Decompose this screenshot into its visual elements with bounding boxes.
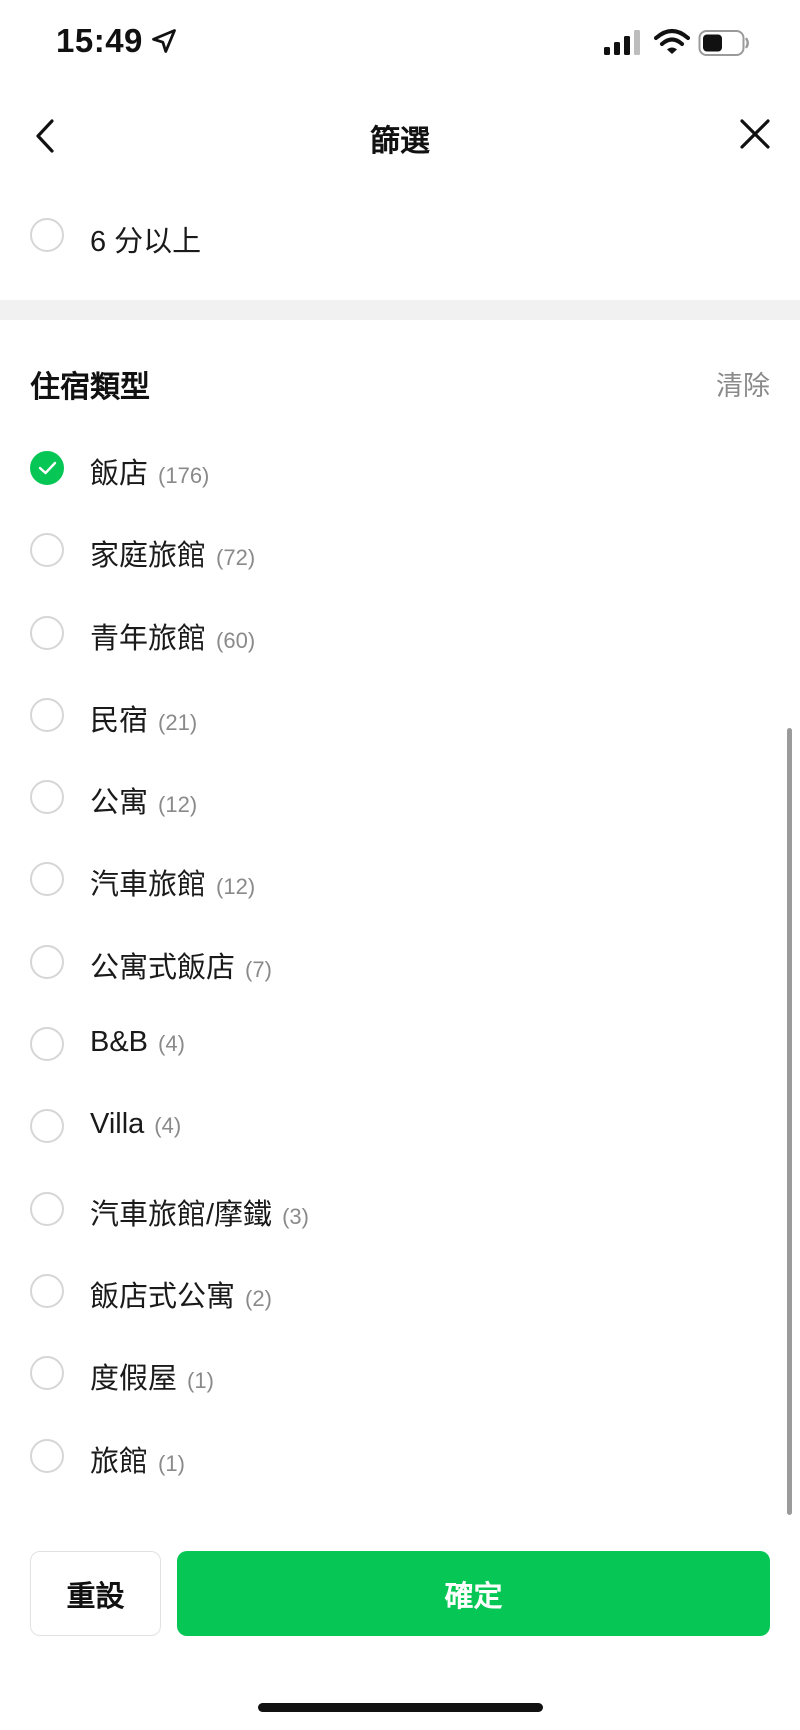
reset-button[interactable]: 重設	[30, 1551, 161, 1636]
option-inn[interactable]: 旅館 (1)	[0, 1418, 800, 1500]
wifi-icon	[654, 29, 690, 54]
option-guesthouse[interactable]: 家庭旅館 (72)	[0, 512, 800, 594]
checkbox[interactable]	[30, 780, 64, 815]
page-title: 篩選	[370, 125, 430, 158]
option-label: 飯店	[90, 458, 149, 490]
checkbox[interactable]	[30, 1027, 64, 1062]
option-serviced-apartment[interactable]: 飯店式公寓 (2)	[0, 1253, 800, 1335]
option-label: Villa	[90, 1108, 145, 1141]
checkbox[interactable]	[30, 1191, 64, 1226]
checkbox[interactable]	[30, 533, 64, 568]
option-label: 公寓	[90, 787, 149, 820]
option-hotel[interactable]: 飯店 (176)	[0, 430, 800, 512]
option-hostel[interactable]: 青年旅館 (60)	[0, 595, 800, 677]
scrollbar[interactable]	[787, 728, 792, 1515]
confirm-button[interactable]: 確定	[177, 1551, 770, 1636]
option-count: (4)	[154, 1113, 182, 1139]
checkbox[interactable]	[30, 944, 64, 979]
option-label: B&B	[90, 1026, 149, 1059]
option-label: 旅館	[90, 1445, 149, 1478]
score-option-label: 6 分以上	[90, 226, 202, 258]
section-title-accommodation-type: 住宿類型	[30, 371, 150, 404]
option-count: (4)	[158, 1031, 185, 1057]
option-motel[interactable]: 汽車旅館 (12)	[0, 841, 800, 923]
option-count: (72)	[216, 545, 256, 571]
close-icon	[740, 119, 770, 149]
option-count: (176)	[158, 463, 210, 488]
option-label: 青年旅館	[90, 622, 207, 655]
option-villa[interactable]: Villa (4)	[0, 1088, 800, 1170]
option-count: (12)	[158, 792, 198, 818]
accommodation-type-list: 飯店 (176) 家庭旅館 (72) 青年旅館 (60) 民宿 (21) 公寓 (12) …	[0, 430, 800, 1500]
option-label: 公寓式飯店	[90, 951, 236, 984]
checkbox[interactable]	[30, 1438, 64, 1473]
header: 篩選	[0, 96, 800, 176]
option-label: 汽車旅館/摩鐵	[90, 1198, 273, 1231]
option-apartment[interactable]: 公寓 (12)	[0, 759, 800, 841]
option-count: (3)	[282, 1203, 309, 1229]
checkbox[interactable]	[30, 615, 64, 650]
battery-icon	[698, 30, 749, 56]
status-time: 15:49	[56, 22, 143, 59]
checkbox[interactable]	[30, 1356, 64, 1391]
home-indicator	[258, 1703, 543, 1712]
checkbox[interactable]	[30, 1109, 64, 1144]
option-count: (7)	[245, 956, 272, 982]
checkbox[interactable]	[30, 862, 64, 897]
checkbox[interactable]	[30, 697, 64, 732]
option-label: 汽車旅館	[90, 869, 207, 902]
option-label: 民宿	[90, 704, 149, 737]
option-count: (1)	[187, 1368, 214, 1394]
close-button[interactable]	[732, 108, 780, 160]
option-count: (60)	[216, 627, 256, 653]
status-bar: 15:49	[0, 0, 800, 90]
option-bnb[interactable]: B&B (4)	[0, 1006, 800, 1088]
clear-button[interactable]: 清除	[716, 364, 770, 403]
option-count: (21)	[158, 709, 198, 735]
option-label: 家庭旅館	[90, 540, 207, 573]
option-holiday-home[interactable]: 度假屋 (1)	[0, 1335, 800, 1417]
option-label: 飯店式公寓	[90, 1280, 236, 1313]
checkbox-checked[interactable]	[30, 451, 64, 485]
radio-button[interactable]	[30, 218, 64, 252]
option-count: (12)	[216, 874, 256, 900]
cellular-signal-icon	[604, 30, 640, 55]
option-count: (2)	[245, 1285, 272, 1311]
option-homestay[interactable]: 民宿 (21)	[0, 677, 800, 759]
location-arrow-icon	[152, 29, 176, 53]
score-option-6-plus[interactable]: 6 分以上	[0, 206, 800, 266]
option-love-motel[interactable]: 汽車旅館/摩鐵 (3)	[0, 1171, 800, 1253]
option-aparthotel[interactable]: 公寓式飯店 (7)	[0, 924, 800, 1006]
option-label: 度假屋	[90, 1363, 178, 1396]
checkbox[interactable]	[30, 1273, 64, 1308]
option-count: (1)	[158, 1450, 185, 1476]
section-divider	[0, 300, 800, 320]
checkmark-icon	[38, 461, 57, 475]
